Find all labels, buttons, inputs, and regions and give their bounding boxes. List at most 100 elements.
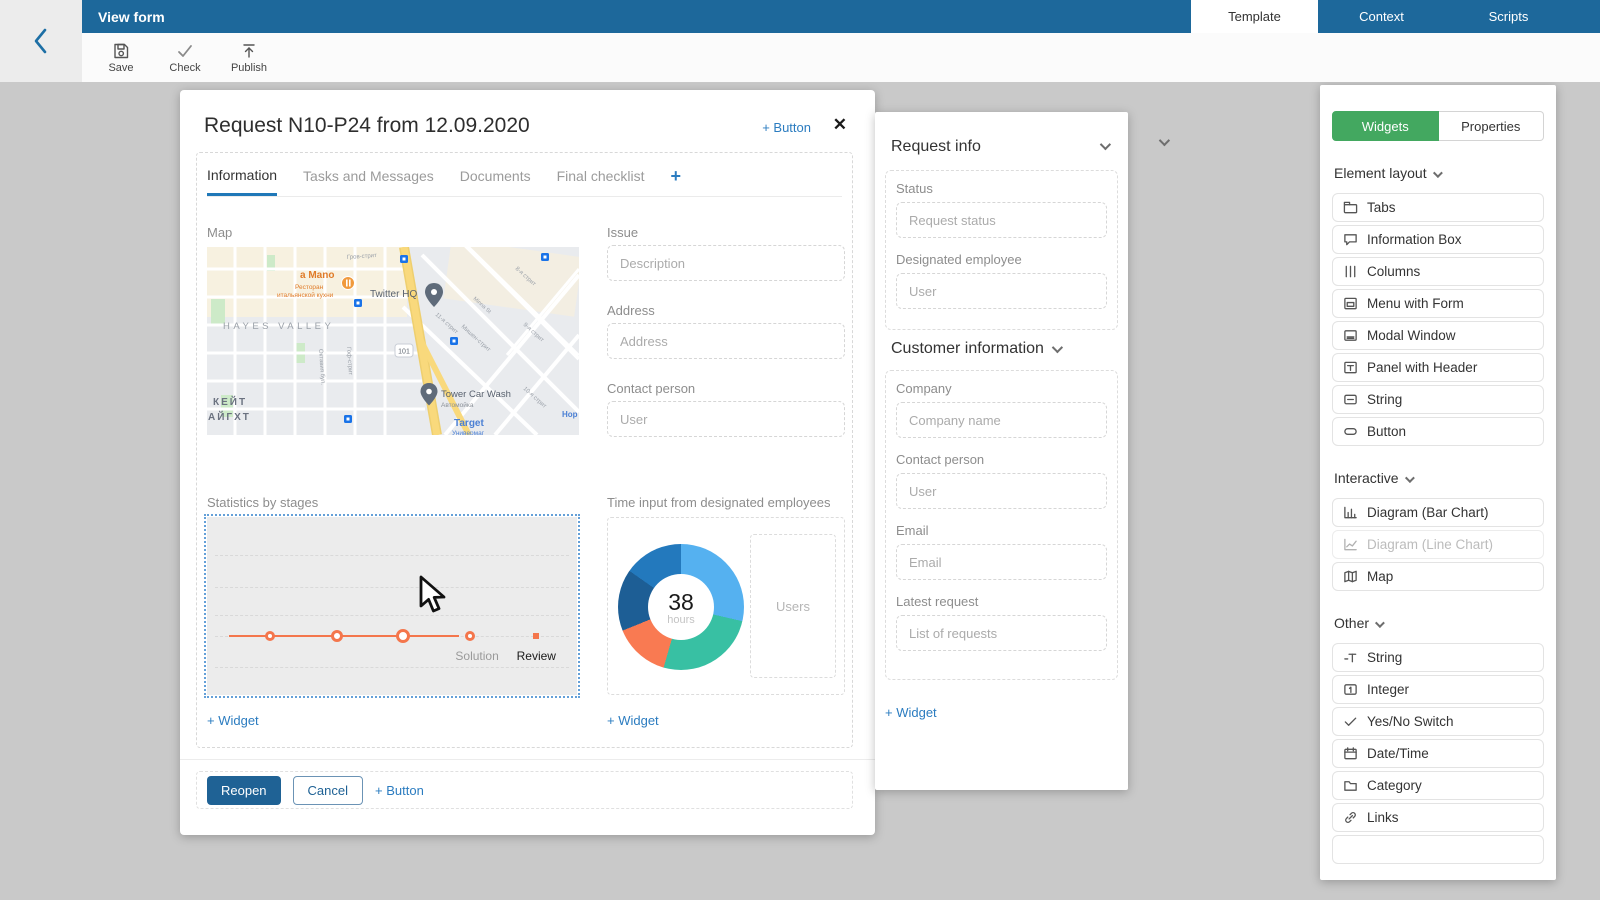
donut-chart-widget[interactable]: 38 hours Users: [607, 517, 845, 695]
chart-gridline: [215, 555, 569, 556]
widget-item-panel-with-header[interactable]: Panel with Header: [1332, 353, 1544, 382]
widget-item-modal-window[interactable]: Modal Window: [1332, 321, 1544, 350]
footer-add-button-link[interactable]: + Button: [375, 783, 424, 798]
widget-item-diagram-line[interactable]: Diagram (Line Chart): [1332, 530, 1544, 559]
request-title: Request N10-P24 from 12.09.2020: [204, 114, 530, 138]
widget-item-columns[interactable]: Columns: [1332, 257, 1544, 286]
line-chart-x-label: Solution: [455, 649, 498, 663]
tabs-icon: [1343, 200, 1358, 215]
form-right-column: Issue Description Address Address Contac…: [607, 153, 845, 747]
line-chart-widget[interactable]: Solution Review: [207, 517, 577, 695]
email-input[interactable]: Email: [896, 544, 1107, 580]
svg-text:Нор: Нор: [562, 410, 578, 419]
widget-item-diagram-bar[interactable]: Diagram (Bar Chart): [1332, 498, 1544, 527]
chevron-down-icon: [1375, 618, 1385, 628]
tab-context[interactable]: Context: [1318, 0, 1445, 33]
latest-request-label: Latest request: [896, 594, 1107, 609]
chevron-down-icon: [1159, 135, 1170, 146]
save-button[interactable]: Save: [94, 42, 148, 74]
request-info-header[interactable]: Request info: [891, 138, 981, 156]
widget-item-tabs[interactable]: Tabs: [1332, 193, 1544, 222]
close-icon[interactable]: ✕: [833, 115, 847, 135]
customer-information-header[interactable]: Customer information: [891, 340, 1060, 358]
users-placeholder-box[interactable]: Users: [750, 534, 836, 678]
widgets-sidebar: Widgets Properties Element layout Tabs I…: [1320, 85, 1556, 880]
reopen-button[interactable]: Reopen: [207, 776, 281, 805]
request-info-chevron-icon[interactable]: [1100, 139, 1111, 150]
chart-gridline: [215, 615, 569, 616]
status-input[interactable]: Request status: [896, 202, 1107, 238]
other-list: String Integer Yes/No Switch Date/Time C…: [1332, 643, 1544, 864]
item-label: Columns: [1367, 264, 1420, 279]
form-tab-documents[interactable]: Documents: [460, 168, 531, 194]
interactive-list: Diagram (Bar Chart) Diagram (Line Chart)…: [1332, 498, 1544, 591]
svg-text:HAYES VALLEY: HAYES VALLEY: [223, 321, 334, 332]
check-label: Check: [169, 62, 200, 74]
widget-item-button[interactable]: Button: [1332, 417, 1544, 446]
contact-person-input[interactable]: User: [896, 473, 1107, 509]
address-input[interactable]: Address: [607, 323, 845, 359]
tab-properties[interactable]: Properties: [1439, 111, 1545, 141]
form-tab-information[interactable]: Information: [207, 167, 277, 196]
sidebar-body: Element layout Tabs Information Box Colu…: [1332, 157, 1544, 870]
form-modal-card: Request N10-P24 from 12.09.2020 + Button…: [180, 90, 875, 835]
string-box-icon: [1343, 392, 1358, 407]
item-label: Map: [1367, 569, 1393, 584]
publish-button[interactable]: Publish: [222, 42, 276, 74]
svg-text:итальянской кухни: итальянской кухни: [277, 291, 334, 299]
widget-item-yes-no-switch[interactable]: Yes/No Switch: [1332, 707, 1544, 736]
donut-chart: 38 hours: [618, 544, 744, 670]
add-widget-link-left[interactable]: + Widget: [207, 713, 259, 728]
widget-item-information-box[interactable]: Information Box: [1332, 225, 1544, 254]
form-tab-tasks[interactable]: Tasks and Messages: [303, 168, 434, 194]
chevron-down-icon: [1433, 168, 1443, 178]
email-label: Email: [896, 523, 1107, 538]
add-widget-link-right[interactable]: + Widget: [607, 713, 659, 728]
svg-text:Twitter HQ: Twitter HQ: [370, 289, 417, 300]
widget-item-links[interactable]: Links: [1332, 803, 1544, 832]
add-button-link[interactable]: + Button: [762, 120, 811, 135]
widget-item-integer[interactable]: Integer: [1332, 675, 1544, 704]
tab-template[interactable]: Template: [1191, 0, 1318, 33]
item-label: Button: [1367, 424, 1406, 439]
back-button[interactable]: [0, 0, 82, 82]
status-label: Status: [896, 181, 1107, 196]
bar-chart-icon: [1343, 505, 1358, 520]
request-info-title: Request info: [891, 138, 981, 155]
widget-item-date-time[interactable]: Date/Time: [1332, 739, 1544, 768]
sidebar-tabs: Widgets Properties: [1332, 111, 1544, 141]
map-widget[interactable]: 101 a Mano Ресторан итальянской кухни Tw…: [207, 247, 579, 435]
element-layout-title: Element layout: [1334, 165, 1427, 181]
top-header-bar: View form Template Context Scripts: [82, 0, 1600, 33]
publish-icon: [240, 42, 258, 60]
widget-item-category[interactable]: Category: [1332, 771, 1544, 800]
save-icon: [112, 42, 130, 60]
line-chart-dot: [533, 633, 539, 639]
check-button[interactable]: Check: [158, 42, 212, 74]
cancel-button[interactable]: Cancel: [293, 776, 363, 805]
contact-person-input[interactable]: User: [607, 401, 845, 437]
issue-input[interactable]: Description: [607, 245, 845, 281]
panel-add-widget-link[interactable]: + Widget: [885, 705, 937, 720]
group-other[interactable]: Other: [1334, 615, 1542, 631]
publish-label: Publish: [231, 62, 267, 74]
tab-widgets[interactable]: Widgets: [1332, 111, 1439, 141]
company-input[interactable]: Company name: [896, 402, 1107, 438]
form-content-container: Information Tasks and Messages Documents…: [196, 152, 853, 748]
widget-item-string-layout[interactable]: String: [1332, 385, 1544, 414]
address-field-label: Address: [607, 303, 655, 318]
latest-request-input[interactable]: List of requests: [896, 615, 1107, 651]
item-label: Menu with Form: [1367, 296, 1464, 311]
widget-item-map[interactable]: Map: [1332, 562, 1544, 591]
widget-item-menu-with-form[interactable]: Menu with Form: [1332, 289, 1544, 318]
svg-text:101: 101: [398, 349, 410, 356]
folder-icon: [1343, 778, 1358, 793]
group-element-layout[interactable]: Element layout: [1334, 165, 1542, 181]
back-chevron-icon: [28, 26, 54, 56]
designated-employee-input[interactable]: User: [896, 273, 1107, 309]
group-interactive[interactable]: Interactive: [1334, 470, 1542, 486]
map-graphic: 101 a Mano Ресторан итальянской кухни Tw…: [207, 247, 579, 435]
line-chart-x-label: Review: [517, 649, 556, 663]
widget-item-string[interactable]: String: [1332, 643, 1544, 672]
tab-scripts[interactable]: Scripts: [1445, 0, 1572, 33]
